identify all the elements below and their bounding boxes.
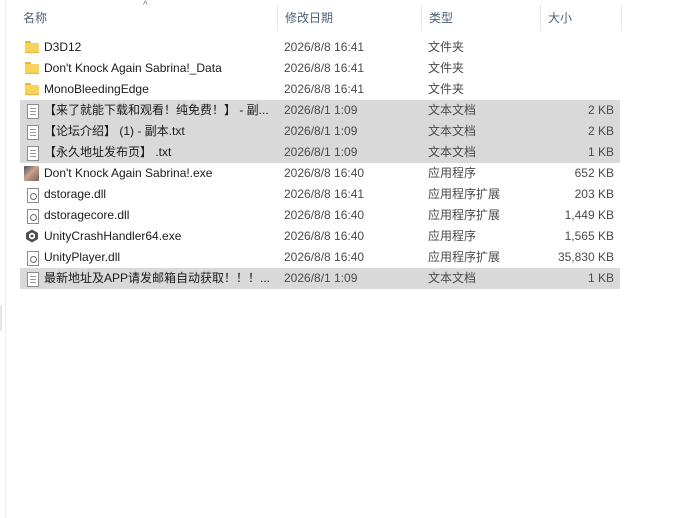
file-name: UnityPlayer.dll	[44, 250, 121, 264]
file-name: dstorage.dll	[44, 187, 107, 201]
text-file-icon	[27, 146, 39, 161]
file-size: 2 KB	[587, 124, 614, 138]
file-list: D3D12 2026/8/8 16:41 文件夹 Don't Knock Again …	[20, 37, 620, 289]
file-size	[540, 79, 614, 100]
file-size: 203 KB	[574, 187, 614, 201]
file-date: 2026/8/8 16:41	[284, 40, 365, 54]
file-type: 应用程序扩展	[428, 208, 501, 222]
game-exe-icon	[24, 166, 39, 181]
navigation-pane-edge	[0, 0, 6, 518]
column-header-name[interactable]: 名称	[16, 5, 278, 31]
file-size	[540, 58, 614, 79]
file-row[interactable]: 【来了就能下载和观看！纯免费！】 - 副... 2026/8/1 1:09 文本文档…	[20, 100, 620, 121]
file-date: 2026/8/1 1:09	[284, 271, 358, 285]
file-row[interactable]: D3D12 2026/8/8 16:41 文件夹	[20, 37, 620, 58]
file-row[interactable]: UnityCrashHandler64.exe 2026/8/8 16:40 应用程…	[20, 226, 620, 247]
file-date: 2026/8/8 16:40	[284, 250, 365, 264]
file-name: UnityCrashHandler64.exe	[44, 229, 182, 243]
column-header-size[interactable]: 大小	[541, 5, 622, 31]
file-type: 文件夹	[428, 61, 465, 75]
file-type: 文件夹	[428, 40, 465, 54]
file-size: 1 KB	[587, 271, 614, 285]
file-row[interactable]: UnityPlayer.dll 2026/8/8 16:40 应用程序扩展 35,83…	[20, 247, 620, 268]
file-date: 2026/8/8 16:41	[284, 61, 365, 75]
file-size: 1,449 KB	[564, 208, 614, 222]
dll-file-icon	[27, 209, 39, 224]
dll-file-icon	[27, 188, 39, 203]
file-name: 最新地址及APP请发邮箱自动获取！！！...	[44, 271, 271, 285]
folder-icon	[25, 82, 39, 96]
file-date: 2026/8/8 16:41	[284, 82, 365, 96]
file-type: 文本文档	[428, 124, 477, 138]
file-row[interactable]: MonoBleedingEdge 2026/8/8 16:41 文件夹	[20, 79, 620, 100]
scrollbar-mark	[0, 305, 2, 331]
text-file-icon	[27, 125, 39, 140]
folder-icon	[25, 40, 39, 54]
file-size: 35,830 KB	[557, 250, 614, 264]
file-row[interactable]: dstorage.dll 2026/8/8 16:41 应用程序扩展 203 KB	[20, 184, 620, 205]
file-size: 1 KB	[587, 145, 614, 159]
file-size: 652 KB	[574, 166, 614, 180]
unity-exe-icon	[25, 229, 39, 243]
column-header-type[interactable]: 类型	[422, 5, 541, 31]
column-header-bar: ^ 名称 修改日期 类型 大小	[16, 0, 622, 31]
file-date: 2026/8/8 16:41	[284, 187, 365, 201]
file-type: 应用程序	[428, 166, 477, 180]
file-date: 2026/8/1 1:09	[284, 145, 358, 159]
file-row[interactable]: 【永久地址发布页】 .txt 2026/8/1 1:09 文本文档 1 KB	[20, 142, 620, 163]
file-type: 文本文档	[428, 103, 477, 117]
file-name: 【论坛介绍】 (1) - 副本.txt	[44, 124, 185, 138]
file-type: 文本文档	[428, 145, 477, 159]
file-name: MonoBleedingEdge	[44, 82, 149, 96]
file-name: 【来了就能下载和观看！纯免费！】 - 副...	[44, 103, 269, 117]
file-row[interactable]: Don't Knock Again Sabrina!_Data 2026/8/8 …	[20, 58, 620, 79]
file-name: dstoragecore.dll	[44, 208, 130, 222]
text-file-icon	[27, 104, 39, 119]
file-type: 文件夹	[428, 82, 465, 96]
file-name: D3D12	[44, 40, 82, 54]
file-date: 2026/8/8 16:40	[284, 229, 365, 243]
file-type: 文本文档	[428, 271, 477, 285]
folder-icon	[25, 61, 39, 75]
file-type: 应用程序扩展	[428, 250, 501, 264]
file-row[interactable]: 【论坛介绍】 (1) - 副本.txt 2026/8/1 1:09 文本文档 2 KB	[20, 121, 620, 142]
file-size	[540, 37, 614, 58]
file-date: 2026/8/1 1:09	[284, 124, 358, 138]
file-size: 2 KB	[587, 103, 614, 117]
file-row[interactable]: Don't Knock Again Sabrina!.exe 2026/8/8 1…	[20, 163, 620, 184]
file-date: 2026/8/1 1:09	[284, 103, 358, 117]
file-row[interactable]: 最新地址及APP请发邮箱自动获取！！！... 2026/8/1 1:09 文本文档 1…	[20, 268, 620, 289]
file-date: 2026/8/8 16:40	[284, 208, 365, 222]
dll-file-icon	[27, 251, 39, 266]
file-name: Don't Knock Again Sabrina!.exe	[44, 166, 213, 180]
file-name: 【永久地址发布页】 .txt	[44, 145, 172, 159]
column-header-date[interactable]: 修改日期	[278, 5, 422, 31]
file-name: Don't Knock Again Sabrina!_Data	[44, 61, 222, 75]
text-file-icon	[27, 272, 39, 287]
file-type: 应用程序扩展	[428, 187, 501, 201]
file-date: 2026/8/8 16:40	[284, 166, 365, 180]
file-size: 1,565 KB	[564, 229, 614, 243]
file-row[interactable]: dstoragecore.dll 2026/8/8 16:40 应用程序扩展 1,44…	[20, 205, 620, 226]
file-type: 应用程序	[428, 229, 477, 243]
